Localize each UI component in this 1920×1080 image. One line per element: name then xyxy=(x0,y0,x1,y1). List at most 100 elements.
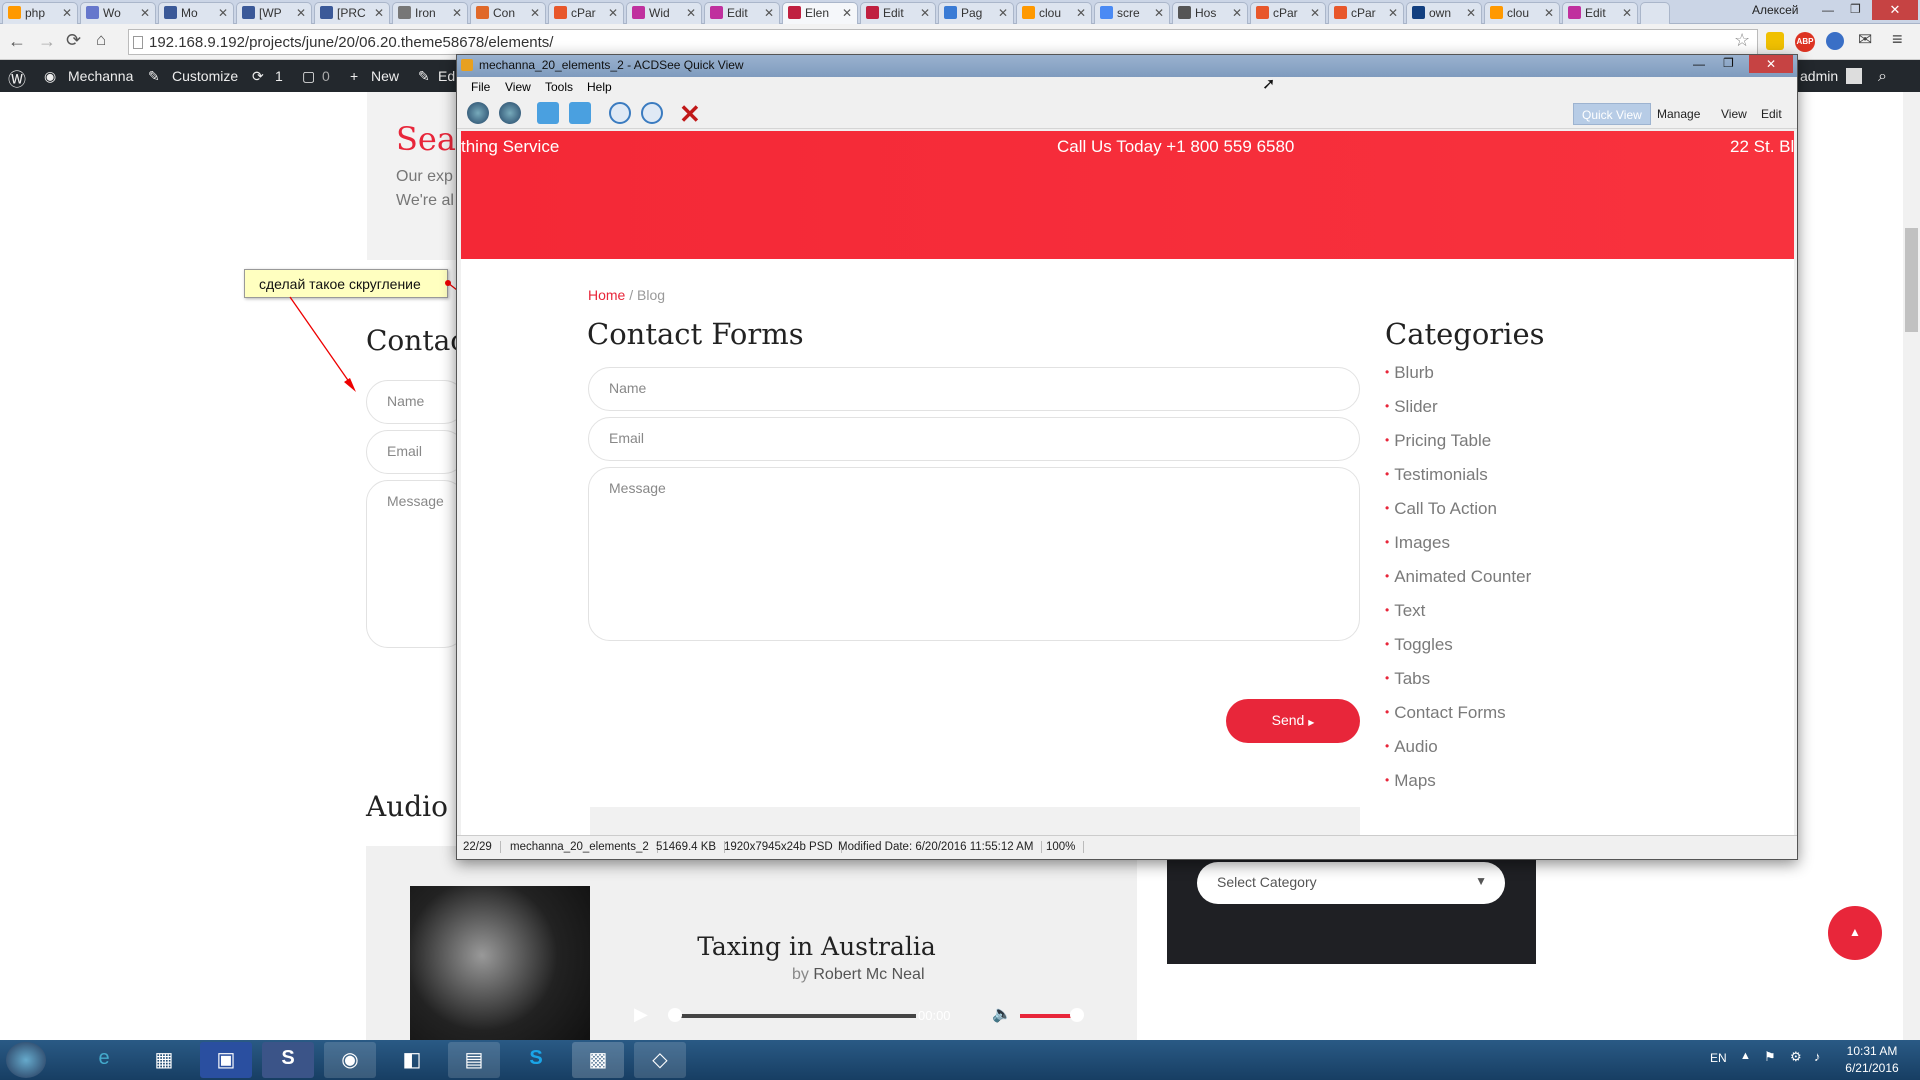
category-label: Animated Counter xyxy=(1394,567,1532,586)
category-label: Call To Action xyxy=(1394,499,1497,518)
explorer-icon[interactable]: ▤ xyxy=(448,1042,500,1078)
network-icon[interactable]: ⚑ xyxy=(1764,1049,1776,1065)
category-label: Maps xyxy=(1394,771,1436,790)
banner-phone: Call Us Today +1 800 559 6580 xyxy=(1057,137,1295,156)
category-item[interactable]: • Slider xyxy=(1385,397,1438,417)
name-input[interactable]: Name xyxy=(588,367,1360,411)
category-label: Audio xyxy=(1394,737,1438,756)
tray-chevron-icon[interactable]: ▲ xyxy=(1740,1050,1751,1062)
category-item[interactable]: • Testimonials xyxy=(1385,465,1488,485)
save-app-icon[interactable]: ▣ xyxy=(200,1042,252,1078)
send-label: Send xyxy=(1271,712,1305,728)
bullet-icon: • xyxy=(1385,467,1390,481)
message-input[interactable]: Message xyxy=(588,467,1360,641)
bullet-icon: • xyxy=(1385,535,1390,549)
delete-icon[interactable]: ✕ xyxy=(679,99,701,130)
bullet-icon: • xyxy=(1385,399,1390,413)
category-item[interactable]: • Tabs xyxy=(1385,669,1430,689)
category-label: Slider xyxy=(1394,397,1438,416)
previous-icon[interactable] xyxy=(467,102,489,124)
category-label: Blurb xyxy=(1394,363,1434,382)
breadcrumb-home[interactable]: Home xyxy=(588,287,625,303)
minimize-icon[interactable]: — xyxy=(1693,57,1705,71)
clock-time[interactable]: 10:31 AM xyxy=(1844,1044,1900,1058)
mode-view[interactable]: View xyxy=(1713,103,1755,125)
app-taskbar-icon[interactable]: ◇ xyxy=(634,1042,686,1078)
bullet-icon: • xyxy=(1385,671,1390,685)
mode-edit[interactable]: Edit xyxy=(1753,103,1790,125)
email-placeholder: Email xyxy=(609,430,645,446)
bullet-icon: • xyxy=(1385,501,1390,515)
category-label: Text xyxy=(1394,601,1426,620)
rotate-right-icon[interactable] xyxy=(569,102,591,124)
acdsee-toolbar: ✕ Quick View Manage View Edit xyxy=(457,97,1797,129)
calculator-icon[interactable]: ▦ xyxy=(138,1042,190,1078)
zoom-out-icon[interactable] xyxy=(641,102,663,124)
clock-date[interactable]: 6/21/2016 xyxy=(1842,1061,1902,1075)
category-item[interactable]: • Audio xyxy=(1385,737,1438,757)
status-zoom: 100% xyxy=(1046,841,1085,853)
chrome-icon[interactable]: ◉ xyxy=(324,1042,376,1078)
category-item[interactable]: • Pricing Table xyxy=(1385,431,1491,451)
categories-title: Categories xyxy=(1385,317,1545,351)
category-item[interactable]: • Images xyxy=(1385,533,1450,553)
category-label: Testimonials xyxy=(1394,465,1488,484)
mode-manage[interactable]: Manage xyxy=(1649,103,1708,125)
bullet-icon: • xyxy=(1385,569,1390,583)
breadcrumb: Home / Blog xyxy=(588,287,665,303)
acdsee-window: mechanna_20_elements_2 - ACDSee Quick Vi… xyxy=(456,54,1798,860)
bullet-icon: • xyxy=(1385,603,1390,617)
breadcrumb-current: / Blog xyxy=(629,287,666,303)
header-banner: thing Service Call Us Today +1 800 559 6… xyxy=(461,131,1794,259)
sublime-icon[interactable]: ◧ xyxy=(386,1042,438,1078)
email-input[interactable]: Email xyxy=(588,417,1360,461)
name-placeholder: Name xyxy=(609,380,647,396)
category-item[interactable]: • Animated Counter xyxy=(1385,567,1531,587)
menu-file[interactable]: File xyxy=(471,80,490,94)
app-icon xyxy=(461,59,473,71)
status-modified: Modified Date: 6/20/2016 11:55:12 AM xyxy=(838,841,1043,853)
status-filename: mechanna_20_elements_2 xyxy=(510,841,658,853)
banner-address: 22 St. Bl xyxy=(1730,137,1794,156)
arrow-right-icon: ▶ xyxy=(1308,718,1315,727)
category-item[interactable]: • Call To Action xyxy=(1385,499,1497,519)
mouse-cursor-icon: ➚ xyxy=(1262,76,1276,93)
category-item[interactable]: • Contact Forms xyxy=(1385,703,1506,723)
close-icon[interactable]: ✕ xyxy=(1749,55,1793,73)
acdsee-menubar: File View Tools Help xyxy=(457,77,1797,97)
bullet-icon: • xyxy=(1385,365,1390,379)
category-item[interactable]: • Blurb xyxy=(1385,363,1434,383)
category-item[interactable]: • Toggles xyxy=(1385,635,1453,655)
s-app-icon[interactable]: S xyxy=(262,1042,314,1078)
category-label: Tabs xyxy=(1394,669,1431,688)
zoom-in-icon[interactable] xyxy=(609,102,631,124)
maximize-icon[interactable]: ❐ xyxy=(1723,56,1734,70)
status-dimensions: 1920x7945x24b PSD xyxy=(724,841,842,853)
menu-help[interactable]: Help xyxy=(587,80,612,94)
send-button[interactable]: Send ▶ xyxy=(1226,699,1360,743)
window-title: mechanna_20_elements_2 - ACDSee Quick Vi… xyxy=(479,58,744,72)
tray-icon[interactable]: ⚙ xyxy=(1790,1049,1802,1065)
bullet-icon: • xyxy=(1385,637,1390,651)
skype-icon[interactable]: S xyxy=(510,1042,562,1078)
speaker-icon[interactable]: ♪ xyxy=(1814,1049,1821,1064)
category-item[interactable]: • Text xyxy=(1385,601,1425,621)
status-index: 22/29 xyxy=(463,841,501,853)
bullet-icon: • xyxy=(1385,433,1390,447)
next-section-bg xyxy=(590,807,1360,835)
ie-icon[interactable]: e xyxy=(78,1042,130,1078)
acdsee-titlebar: mechanna_20_elements_2 - ACDSee Quick Vi… xyxy=(457,55,1797,77)
status-filesize: 51469.4 KB xyxy=(656,841,726,853)
image-viewer: thing Service Call Us Today +1 800 559 6… xyxy=(461,131,1794,835)
windows-taskbar: e ▦ ▣ S ◉ ◧ ▤ S ▩ ◇ EN ▲ ⚑ ⚙ ♪ 10:31 AM … xyxy=(0,1040,1920,1080)
bullet-icon: • xyxy=(1385,773,1390,787)
next-icon[interactable] xyxy=(499,102,521,124)
rotate-left-icon[interactable] xyxy=(537,102,559,124)
acdsee-taskbar-icon[interactable]: ▩ xyxy=(572,1042,624,1078)
category-item[interactable]: • Maps xyxy=(1385,771,1436,791)
language-indicator[interactable]: EN xyxy=(1710,1051,1727,1065)
start-button[interactable] xyxy=(6,1042,46,1078)
menu-view[interactable]: View xyxy=(505,80,531,94)
mode-quick-view[interactable]: Quick View xyxy=(1573,103,1651,125)
menu-tools[interactable]: Tools xyxy=(545,80,573,94)
